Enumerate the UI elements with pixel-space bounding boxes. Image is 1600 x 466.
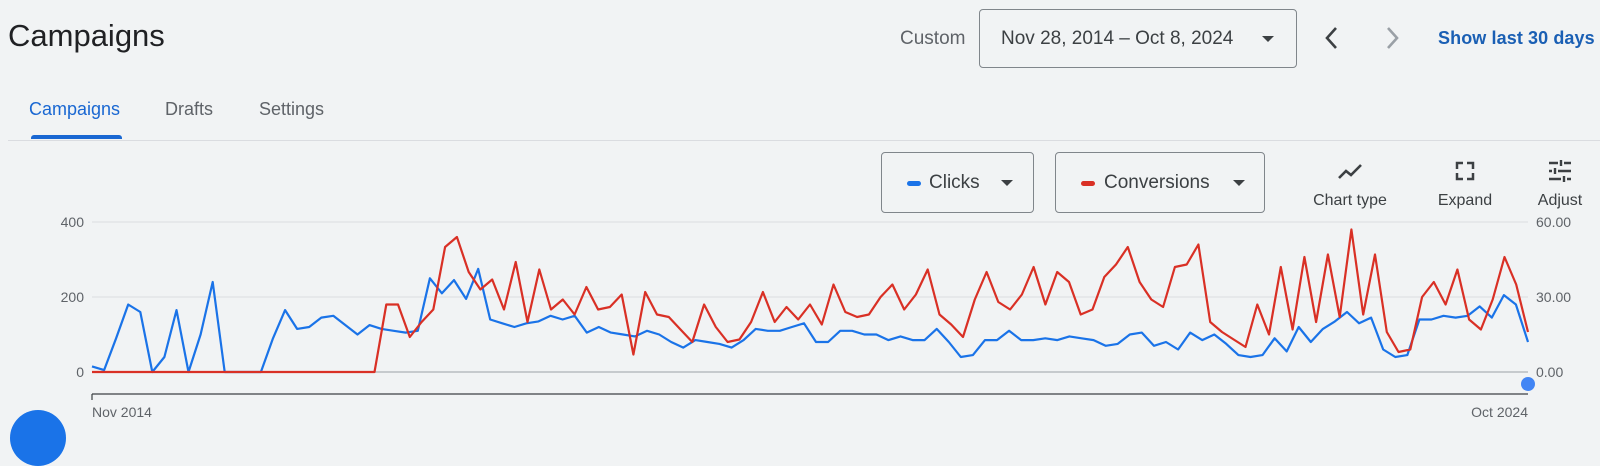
conversions-series-line xyxy=(92,228,1530,374)
chevron-right-icon xyxy=(1387,27,1399,49)
dropdown-caret-icon xyxy=(1001,180,1013,186)
date-range-label: Custom xyxy=(900,28,966,49)
tab-drafts[interactable]: Drafts xyxy=(165,99,213,120)
tab-divider xyxy=(8,140,1600,141)
previous-period-button[interactable] xyxy=(1318,22,1346,54)
y-axis-left-tick-label: 200 xyxy=(61,289,85,305)
expand-label: Expand xyxy=(1437,192,1493,209)
adjust-button[interactable]: Adjust xyxy=(1528,156,1592,210)
adjust-icon xyxy=(1549,160,1571,182)
x-axis-start-label: Nov 2014 xyxy=(92,404,152,420)
clicks-metric-dropdown[interactable]: Clicks xyxy=(881,152,1034,213)
conversions-metric-dropdown[interactable]: Conversions xyxy=(1055,152,1265,213)
active-tab-indicator xyxy=(31,135,122,139)
tab-settings[interactable]: Settings xyxy=(259,99,324,120)
range-end-handle[interactable] xyxy=(1521,377,1535,391)
date-range-value: Nov 28, 2014 – Oct 8, 2024 xyxy=(1001,28,1234,49)
conversions-series-swatch xyxy=(1081,181,1095,186)
y-axis-left-tick-label: 0 xyxy=(76,364,84,380)
dropdown-caret-icon xyxy=(1262,36,1274,42)
chart-type-label: Chart type xyxy=(1313,192,1387,209)
y-axis-right-tick-label: 0.00 xyxy=(1536,364,1563,380)
x-axis-end-label: Oct 2024 xyxy=(1471,404,1528,420)
clicks-series-line xyxy=(91,267,1530,374)
clicks-series-swatch xyxy=(907,181,921,186)
dropdown-caret-icon xyxy=(1233,180,1245,186)
conversions-metric-label: Conversions xyxy=(1104,172,1210,193)
chevron-left-icon xyxy=(1325,27,1337,49)
chart-type-button[interactable]: Chart type xyxy=(1303,156,1397,210)
y-axis-left-tick-label: 400 xyxy=(61,214,85,230)
date-range-picker[interactable]: Nov 28, 2014 – Oct 8, 2024 xyxy=(979,9,1297,68)
y-axis-right-tick-label: 60.00 xyxy=(1536,214,1571,230)
expand-button[interactable]: Expand xyxy=(1428,156,1502,210)
floating-action-button[interactable] xyxy=(10,410,66,466)
chart-type-icon xyxy=(1338,164,1362,179)
show-last-30-days-link[interactable]: Show last 30 days xyxy=(1438,28,1595,49)
expand-icon xyxy=(1455,161,1475,181)
next-period-button[interactable] xyxy=(1378,22,1406,54)
tab-campaigns[interactable]: Campaigns xyxy=(29,99,120,120)
y-axis-right-tick-label: 30.00 xyxy=(1536,289,1571,305)
adjust-label: Adjust xyxy=(1537,192,1583,209)
performance-chart: 400 60.00 200 30.00 0 0.00 Nov 2014 Oct 2024 xyxy=(61,214,1572,420)
clicks-metric-label: Clicks xyxy=(929,172,980,193)
page-title: Campaigns xyxy=(8,18,165,53)
